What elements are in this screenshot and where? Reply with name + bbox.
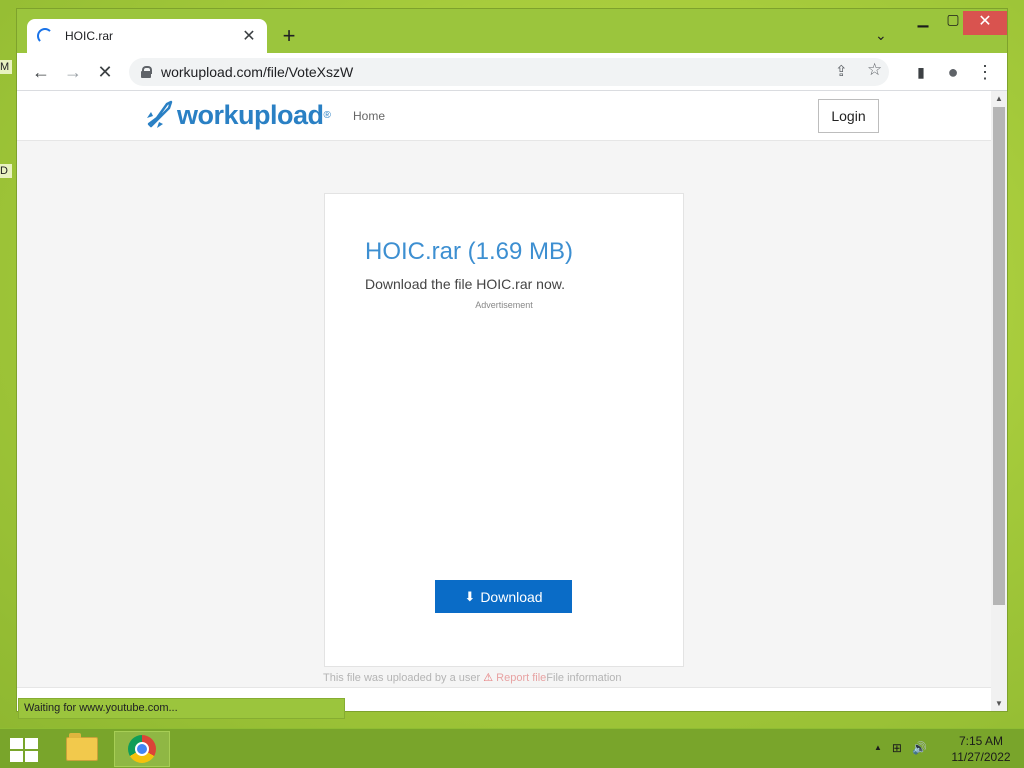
bookmark-star-icon[interactable]: ☆ — [867, 60, 882, 80]
file-footer: This file was uploaded by a user ⚠ Repor… — [323, 671, 622, 684]
advertisement-label: Advertisement — [475, 300, 533, 310]
tray-expand-icon[interactable]: ▲ — [874, 741, 882, 755]
desktop-icon-label-d[interactable]: D — [0, 164, 12, 178]
file-explorer-taskbar-button[interactable] — [54, 731, 110, 767]
lock-icon[interactable] — [141, 66, 152, 78]
nav-home-link[interactable]: Home — [353, 109, 385, 123]
scroll-up-icon[interactable]: ▲ — [994, 94, 1004, 103]
logo-wordmark: workupload — [177, 99, 324, 130]
network-icon[interactable]: ⊞ — [892, 741, 902, 755]
minimize-button[interactable]: ▁ — [909, 11, 937, 35]
stop-loading-icon[interactable]: ✕ — [93, 61, 117, 85]
download-icon: ⬇ — [464, 588, 476, 604]
address-bar[interactable]: workupload.com/file/VoteXszW ⇪ ☆ — [129, 58, 889, 86]
menu-kebab-icon[interactable]: ⋮ — [973, 61, 997, 85]
system-tray: ▲ ⊞ 🔊 — [874, 741, 927, 755]
clock-date: 11/27/2022 — [951, 750, 1011, 764]
share-icon[interactable]: ⇪ — [835, 62, 848, 80]
taskbar-clock[interactable]: 7:15 AM 11/27/2022 — [946, 733, 1016, 765]
clock-time: 7:15 AM — [958, 734, 1004, 748]
registered-mark: ® — [323, 109, 331, 121]
back-arrow-icon[interactable]: ← — [29, 61, 53, 85]
uploaded-by-text: This file was uploaded by a user — [323, 672, 481, 684]
download-label: Download — [480, 588, 543, 605]
tab-search-chevron-icon[interactable]: ⌄ — [875, 27, 887, 44]
tab-title: HOIC.rar — [65, 29, 113, 43]
file-title: HOIC.rar (1.69 MB) — [365, 238, 574, 265]
close-window-button[interactable]: ✕ — [963, 11, 1007, 35]
warning-icon: ⚠ — [483, 672, 494, 684]
page-viewport: workupload ® Home Login HOIC.rar (1.69 M… — [17, 91, 991, 711]
new-tab-button[interactable]: + — [277, 25, 301, 49]
tab-strip: HOIC.rar ✕ + ⌄ ▁ ▢ ✕ — [17, 9, 1007, 53]
taskbar: ▲ ⊞ 🔊 7:15 AM 11/27/2022 — [0, 728, 1024, 768]
profile-avatar-icon[interactable]: ● — [941, 61, 965, 85]
windows-start-icon[interactable] — [10, 738, 38, 762]
chrome-icon — [128, 735, 156, 763]
chrome-taskbar-button[interactable] — [114, 731, 170, 767]
status-bubble: Waiting for www.youtube.com... — [18, 698, 345, 719]
file-subtitle: Download the file HOIC.rar now. — [365, 276, 565, 292]
file-card: HOIC.rar (1.69 MB) Download the file HOI… — [324, 193, 684, 667]
login-button[interactable]: Login — [818, 99, 879, 133]
vertical-scrollbar[interactable]: ▲ ▼ — [991, 91, 1007, 711]
browser-window: HOIC.rar ✕ + ⌄ ▁ ▢ ✕ ← → ✕ workupload.co… — [16, 8, 1008, 712]
tab-hoic-rar[interactable]: HOIC.rar ✕ — [27, 19, 267, 53]
volume-icon[interactable]: 🔊 — [912, 741, 927, 755]
scroll-down-icon[interactable]: ▼ — [994, 699, 1004, 708]
file-information-link[interactable]: File information — [546, 672, 621, 684]
site-header: workupload ® Home Login — [17, 91, 991, 141]
side-panel-icon[interactable]: ▮ — [909, 61, 933, 85]
forward-arrow-icon[interactable]: → — [61, 61, 85, 85]
tab-close-icon[interactable]: ✕ — [241, 26, 257, 46]
desktop-icon-label-m[interactable]: M — [0, 60, 12, 74]
folder-icon — [66, 733, 98, 761]
scroll-thumb[interactable] — [993, 107, 1005, 605]
download-button[interactable]: ⬇ Download — [435, 580, 572, 613]
report-file-link[interactable]: Report file — [496, 672, 546, 684]
workupload-logo[interactable]: workupload ® — [143, 97, 331, 133]
address-url[interactable]: workupload.com/file/VoteXszW — [161, 64, 353, 80]
loading-spinner-icon — [37, 28, 53, 44]
browser-toolbar: ← → ✕ workupload.com/file/VoteXszW ⇪ ☆ ▮… — [17, 53, 1007, 91]
rocket-logo-icon — [147, 100, 173, 128]
